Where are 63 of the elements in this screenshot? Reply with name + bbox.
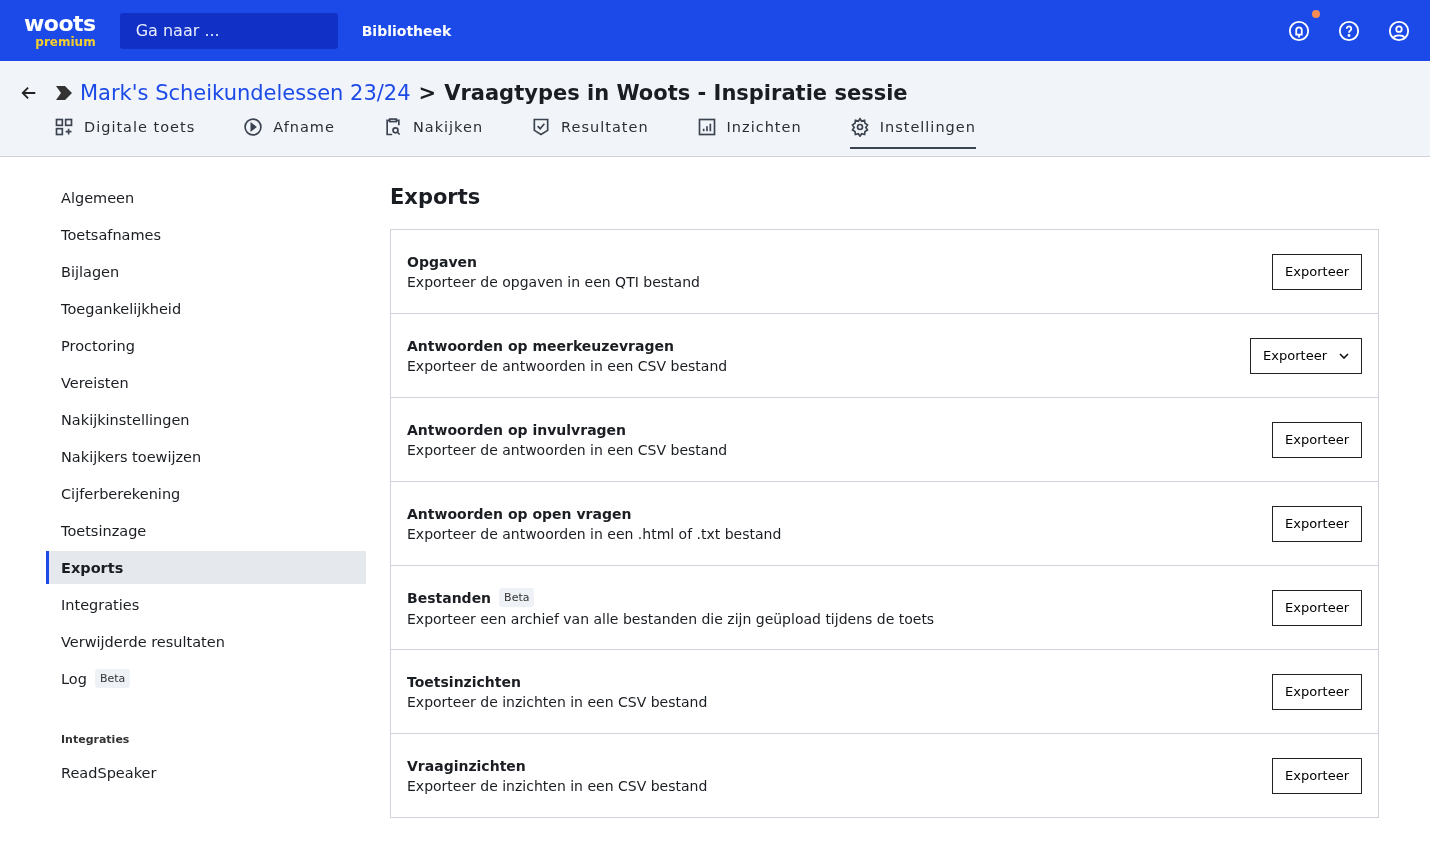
export-description: Exporteer de inzichten in een CSV bestand: [407, 777, 708, 794]
export-button[interactable]: Exporteer: [1272, 253, 1362, 290]
caret-icon: [1339, 352, 1349, 359]
sidebar-item[interactable]: Log Beta: [46, 662, 366, 695]
sidebar-item[interactable]: Vereisten: [46, 366, 366, 399]
chevron-icon: [56, 86, 72, 100]
page-heading: Vraagtypes in Woots - Inspiratie sessie: [444, 81, 908, 105]
export-button[interactable]: Exporteer: [1272, 505, 1362, 542]
export-title: Vraaginzichten: [407, 757, 526, 774]
grid-icon: [54, 117, 74, 137]
export-title: Antwoorden op open vragen: [407, 505, 632, 522]
tab[interactable]: Afname: [243, 113, 335, 149]
sidebar-item[interactable]: Verwijderde resultaten: [46, 625, 366, 658]
logo[interactable]: woots premium: [24, 13, 96, 48]
export-description: Exporteer de antwoorden in een CSV bestand: [407, 357, 728, 374]
export-title: Bestanden: [407, 589, 492, 606]
sidebar-item[interactable]: Nakijkinstellingen: [46, 403, 366, 436]
section-title: Exports: [390, 185, 482, 209]
export-button[interactable]: Exporteer: [1272, 589, 1362, 626]
sidebar-item[interactable]: Exports: [46, 551, 366, 584]
export-button[interactable]: Exporteer: [1272, 673, 1362, 710]
user-icon[interactable]: [1388, 19, 1410, 42]
export-title: Opgaven: [407, 253, 477, 270]
breadcrumb-link[interactable]: Mark's Scheikundelessen 23/24: [80, 81, 411, 105]
sidebar-item[interactable]: Bijlagen: [46, 255, 366, 288]
sidebar-item[interactable]: Nakijkers toewijzen: [46, 440, 366, 473]
tab[interactable]: Resultaten: [531, 113, 649, 149]
help-icon[interactable]: [1338, 19, 1360, 42]
export-title: Antwoorden op invulvragen: [407, 421, 627, 438]
export-description: Exporteer de antwoorden in een CSV bestand: [407, 441, 728, 458]
bar-chart-icon: [696, 117, 717, 137]
beta-tag: Beta: [94, 669, 131, 688]
sidebar-item[interactable]: Algemeen: [46, 181, 366, 214]
export-description: Exporteer de inzichten in een CSV bestand: [407, 693, 708, 710]
export-description: Exporteer een archief van alle bestanden die zijn geüpload tijdens de toets: [407, 611, 935, 627]
export-title: Toetsinzichten: [407, 673, 521, 690]
search-field[interactable]: Ga naar ...: [119, 12, 338, 49]
export-description: Exporteer de antwoorden in een .html of .txt bestand: [407, 525, 782, 542]
export-title: Antwoorden op meerkeuzevragen: [407, 337, 674, 354]
tab[interactable]: Inzichten: [696, 113, 802, 149]
sidebar-item[interactable]: Toetsafnames: [46, 218, 366, 251]
tab[interactable]: Instellingen: [849, 113, 976, 149]
bell-icon[interactable]: [1288, 19, 1310, 42]
export-dropdown-button[interactable]: Exporteer: [1250, 337, 1362, 374]
back-arrow-icon[interactable]: [20, 84, 38, 102]
sidebar-item[interactable]: Cijferberekening: [46, 477, 366, 510]
library-link[interactable]: Bibliotheek: [361, 22, 452, 39]
sidebar-section-title: Integraties: [61, 733, 131, 746]
breadcrumb-separator: >: [418, 81, 437, 105]
export-button[interactable]: Exporteer: [1272, 757, 1362, 794]
tab[interactable]: Nakijken: [382, 113, 484, 149]
settings-icon: [849, 117, 870, 137]
shield-check-icon: [531, 117, 552, 137]
sidebar-item[interactable]: Integraties: [46, 588, 366, 621]
export-button[interactable]: Exporteer: [1272, 421, 1362, 458]
sidebar-item[interactable]: ReadSpeaker: [46, 756, 366, 789]
tab[interactable]: Digitale toets: [54, 113, 196, 149]
sidebar-item[interactable]: Proctoring: [46, 329, 366, 362]
sidebar-item[interactable]: Toetsinzage: [46, 514, 366, 547]
export-description: Exporteer de opgaven in een QTI bestand: [407, 273, 700, 290]
beta-tag: Beta: [499, 588, 535, 607]
sidebar-item[interactable]: Toegankelijkheid: [46, 292, 366, 325]
play-icon: [243, 117, 264, 137]
